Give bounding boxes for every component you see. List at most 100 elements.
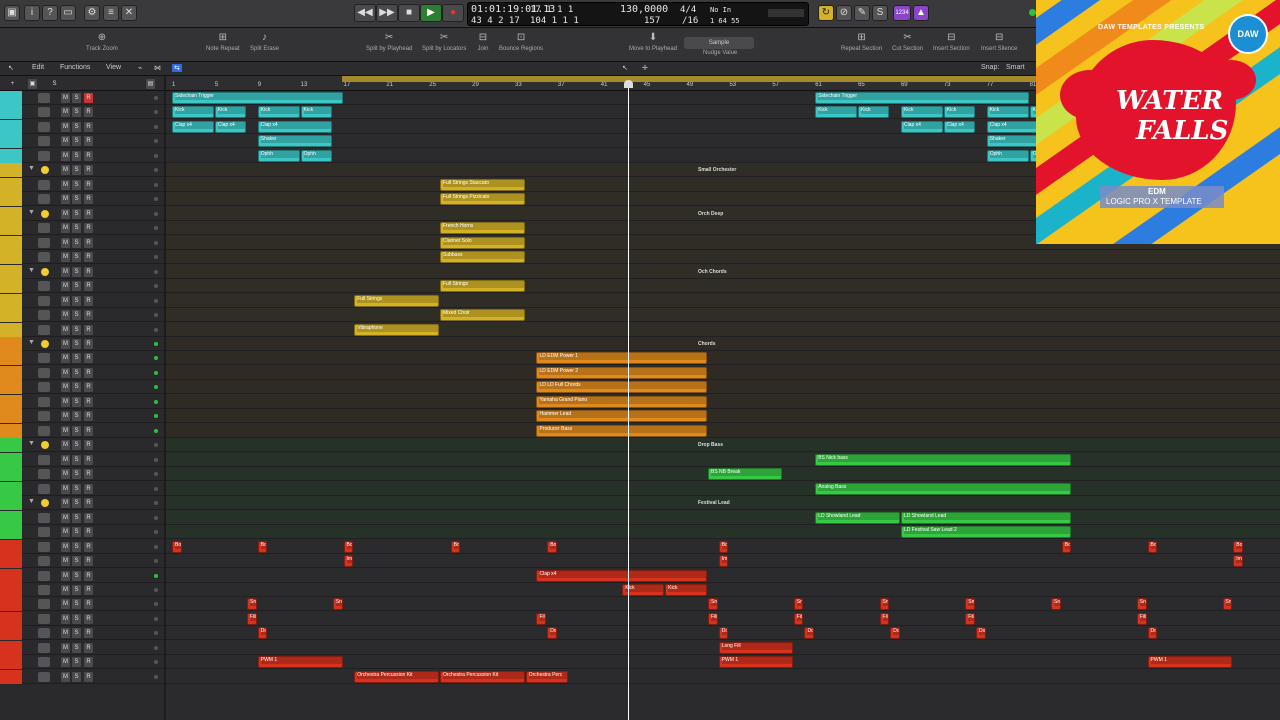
solo-button[interactable]: S: [72, 310, 81, 320]
track-lane[interactable]: [166, 482, 1280, 496]
track-lane[interactable]: [166, 366, 1280, 380]
disclosure-triangle-icon[interactable]: ▼: [28, 498, 35, 505]
region[interactable]: LD LD Full Chords: [536, 381, 707, 393]
region[interactable]: Sn: [332, 598, 343, 610]
functions-menu[interactable]: Functions: [60, 64, 90, 71]
mute-button[interactable]: M: [61, 426, 70, 436]
view-menu[interactable]: View: [106, 64, 121, 71]
region[interactable]: PWM 1: [257, 656, 343, 668]
solo-button[interactable]: S: [72, 281, 81, 291]
track-row[interactable]: MSR: [0, 612, 164, 626]
mute-button[interactable]: M: [61, 527, 70, 537]
region[interactable]: Full Strings Pizzicato: [440, 193, 525, 205]
solo-button[interactable]: S: [72, 339, 81, 349]
replace-icon[interactable]: ⊘: [836, 5, 852, 21]
track-lane[interactable]: [166, 279, 1280, 293]
record-enable-button[interactable]: R: [84, 397, 93, 407]
track-row[interactable]: MSR: [0, 279, 164, 293]
track-row[interactable]: MSR: [0, 149, 164, 163]
mute-button[interactable]: M: [61, 267, 70, 277]
mute-button[interactable]: M: [61, 542, 70, 552]
track-lane[interactable]: [166, 569, 1280, 583]
region[interactable]: Kick: [257, 106, 300, 118]
stop-button[interactable]: ■: [398, 4, 420, 22]
solo-button[interactable]: S: [72, 151, 81, 161]
metronome-icon[interactable]: ▲: [913, 5, 929, 21]
solo-button[interactable]: S: [72, 542, 81, 552]
solo-button[interactable]: S: [72, 571, 81, 581]
region[interactable]: Kick: [665, 584, 707, 596]
mute-button[interactable]: M: [61, 440, 70, 450]
region[interactable]: Kick: [986, 106, 1029, 118]
play-button[interactable]: ▶: [420, 4, 442, 22]
region[interactable]: Long Fill: [718, 642, 793, 654]
region[interactable]: Do: [890, 627, 900, 639]
record-enable-button[interactable]: R: [84, 542, 93, 552]
record-enable-button[interactable]: R: [84, 469, 93, 479]
track-row[interactable]: MSR: [0, 250, 164, 264]
mute-button[interactable]: M: [61, 325, 70, 335]
region[interactable]: Clap x4: [943, 121, 975, 133]
region[interactable]: Shaker: [257, 135, 332, 147]
region[interactable]: Do: [976, 627, 986, 639]
record-enable-button[interactable]: R: [84, 440, 93, 450]
record-enable-button[interactable]: R: [84, 209, 93, 219]
region[interactable]: BS Nick bass: [815, 454, 1072, 466]
region[interactable]: Bo: [343, 541, 354, 553]
solo-button[interactable]: S: [72, 325, 81, 335]
mute-button[interactable]: M: [61, 122, 70, 132]
mute-button[interactable]: M: [61, 628, 70, 638]
region[interactable]: Clarinet Solo: [440, 237, 525, 249]
region[interactable]: Orchestra Percussion Kit: [440, 671, 525, 683]
tuner-icon[interactable]: ✎: [854, 5, 870, 21]
region[interactable]: Sn: [1222, 598, 1233, 610]
region-toggle-icon[interactable]: ↖: [8, 64, 14, 72]
track-lane[interactable]: [166, 612, 1280, 626]
track-lane[interactable]: [166, 294, 1280, 308]
region[interactable]: Bo: [172, 541, 182, 553]
solo-button[interactable]: S: [72, 643, 81, 653]
region[interactable]: Sidechain Trigger: [815, 92, 1029, 104]
region[interactable]: Clap x4: [172, 121, 214, 133]
mute-button[interactable]: M: [61, 411, 70, 421]
track-lane[interactable]: [166, 308, 1280, 322]
record-enable-button[interactable]: R: [84, 556, 93, 566]
region[interactable]: Ophh: [257, 150, 300, 162]
solo-button[interactable]: S: [72, 484, 81, 494]
region[interactable]: Bo: [1061, 541, 1072, 553]
track-row[interactable]: MSR: [0, 670, 164, 684]
solo-button[interactable]: S: [72, 455, 81, 465]
mute-button[interactable]: M: [61, 252, 70, 262]
mute-button[interactable]: M: [61, 599, 70, 609]
region[interactable]: Im: [718, 555, 729, 567]
region[interactable]: Sn: [793, 598, 804, 610]
track-row[interactable]: MSR: [0, 395, 164, 409]
solo-button[interactable]: S: [72, 498, 81, 508]
toolbar-toggle-icon[interactable]: ⚙: [84, 5, 100, 21]
mute-button[interactable]: M: [61, 571, 70, 581]
track-lane[interactable]: [166, 511, 1280, 525]
split-locators-tool[interactable]: ✂ Split by Locators: [422, 32, 466, 52]
track-row[interactable]: ▼ M S R: [0, 337, 164, 351]
track-lane[interactable]: [166, 670, 1280, 684]
mute-button[interactable]: M: [61, 209, 70, 219]
region[interactable]: Im: [343, 555, 354, 567]
solo-button[interactable]: S: [72, 368, 81, 378]
track-lane[interactable]: [166, 453, 1280, 467]
region[interactable]: Clap x4: [257, 121, 332, 133]
region[interactable]: Ophh: [986, 150, 1029, 162]
region[interactable]: Sn: [879, 598, 890, 610]
note-repeat-tool[interactable]: ⊞ Note Repeat: [206, 32, 240, 52]
solo-button[interactable]: S: [72, 122, 81, 132]
solo-button[interactable]: S: [72, 267, 81, 277]
track-lane[interactable]: [166, 380, 1280, 394]
region[interactable]: Sn: [1136, 598, 1147, 610]
region[interactable]: Vibraphone: [354, 324, 439, 336]
solo-button[interactable]: S: [72, 426, 81, 436]
insert-silence-tool[interactable]: ⊟ Insert Silence: [981, 32, 1017, 52]
join-tool[interactable]: ⊟ Join: [477, 32, 489, 52]
solo-button[interactable]: S: [72, 93, 81, 103]
track-row[interactable]: MSR: [0, 453, 164, 467]
info-button[interactable]: i: [24, 5, 40, 21]
region[interactable]: Sn: [708, 598, 718, 610]
